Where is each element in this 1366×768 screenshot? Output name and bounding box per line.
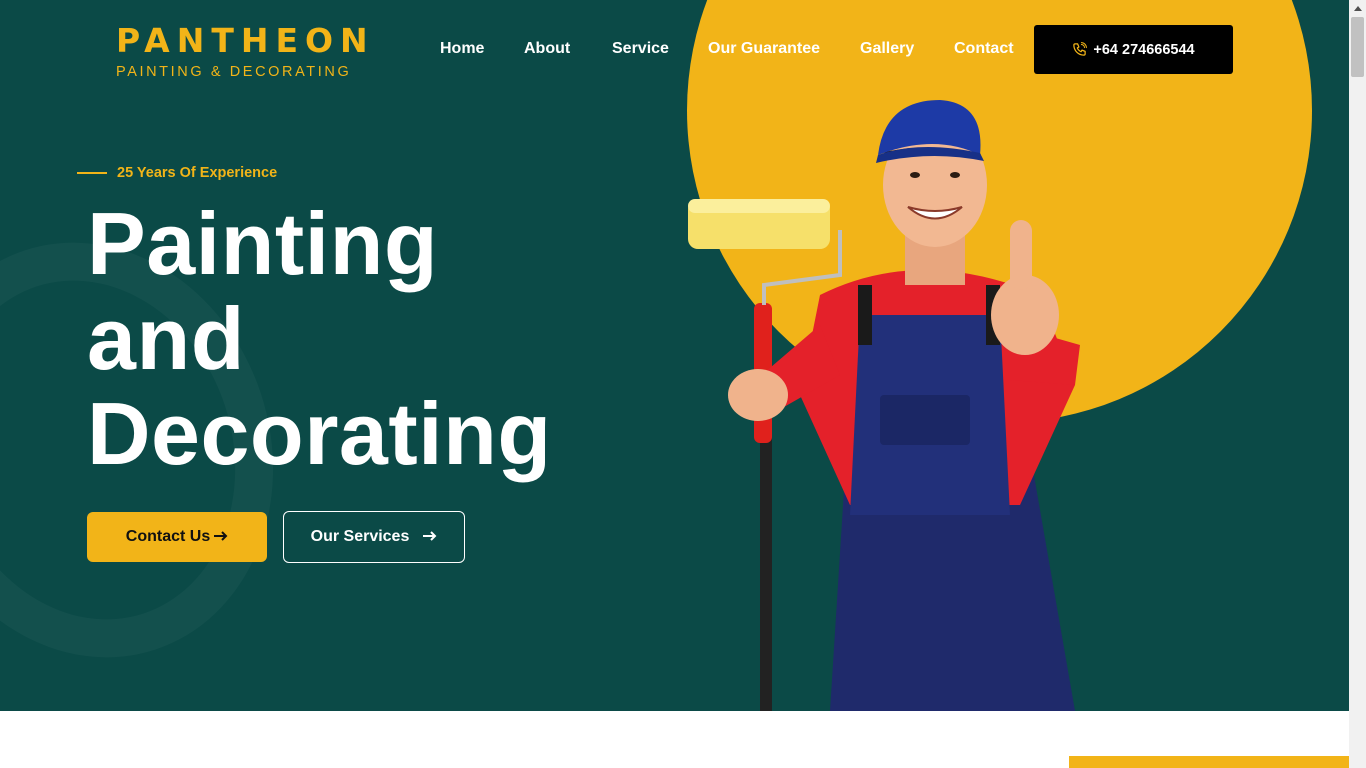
headline-line-3: Decorating (87, 384, 552, 483)
painter-image (688, 100, 1080, 711)
nav-item-contact[interactable]: Contact (954, 38, 1014, 60)
contact-us-label: Contact Us (125, 528, 211, 545)
headline-line-1: Painting (87, 194, 439, 293)
scroll-thumb[interactable] (1351, 17, 1364, 77)
nav-item-service[interactable]: Service (612, 38, 669, 60)
phone-icon (1073, 42, 1088, 56)
scroll-up-icon[interactable] (1349, 0, 1366, 17)
headline-line-2: and (87, 289, 245, 388)
logo-tagline: PAINTING & DECORATING (116, 64, 352, 80)
arrow-right-icon (214, 528, 228, 546)
eyebrow-text: 25 Years Of Experience (117, 165, 278, 181)
logo-wordmark: PANTHEON (116, 21, 375, 60)
vertical-scrollbar[interactable] (1349, 0, 1366, 768)
nav-item-our-guarantee[interactable]: Our Guarantee (708, 38, 820, 60)
hero-headline: Painting and Decorating (87, 196, 647, 481)
our-services-button[interactable]: Our Services (283, 511, 465, 563)
phone-button[interactable]: +64 274666544 (1034, 25, 1233, 74)
experience-eyebrow: 25 Years Of Experience (77, 163, 277, 183)
nav-item-gallery[interactable]: Gallery (860, 38, 914, 60)
arrow-right-icon (423, 528, 437, 546)
hero-section: PANTHEON PAINTING & DECORATING Home Abou… (0, 0, 1349, 711)
eyebrow-line (77, 172, 107, 174)
nav-item-about[interactable]: About (524, 38, 570, 60)
our-services-label: Our Services (310, 528, 410, 545)
contact-us-button[interactable]: Contact Us (87, 512, 267, 562)
phone-number: +64 274666544 (1093, 41, 1195, 58)
nav-item-home[interactable]: Home (440, 38, 484, 60)
site-logo[interactable]: PANTHEON PAINTING & DECORATING (116, 22, 406, 84)
section-accent-bar (1069, 756, 1349, 768)
